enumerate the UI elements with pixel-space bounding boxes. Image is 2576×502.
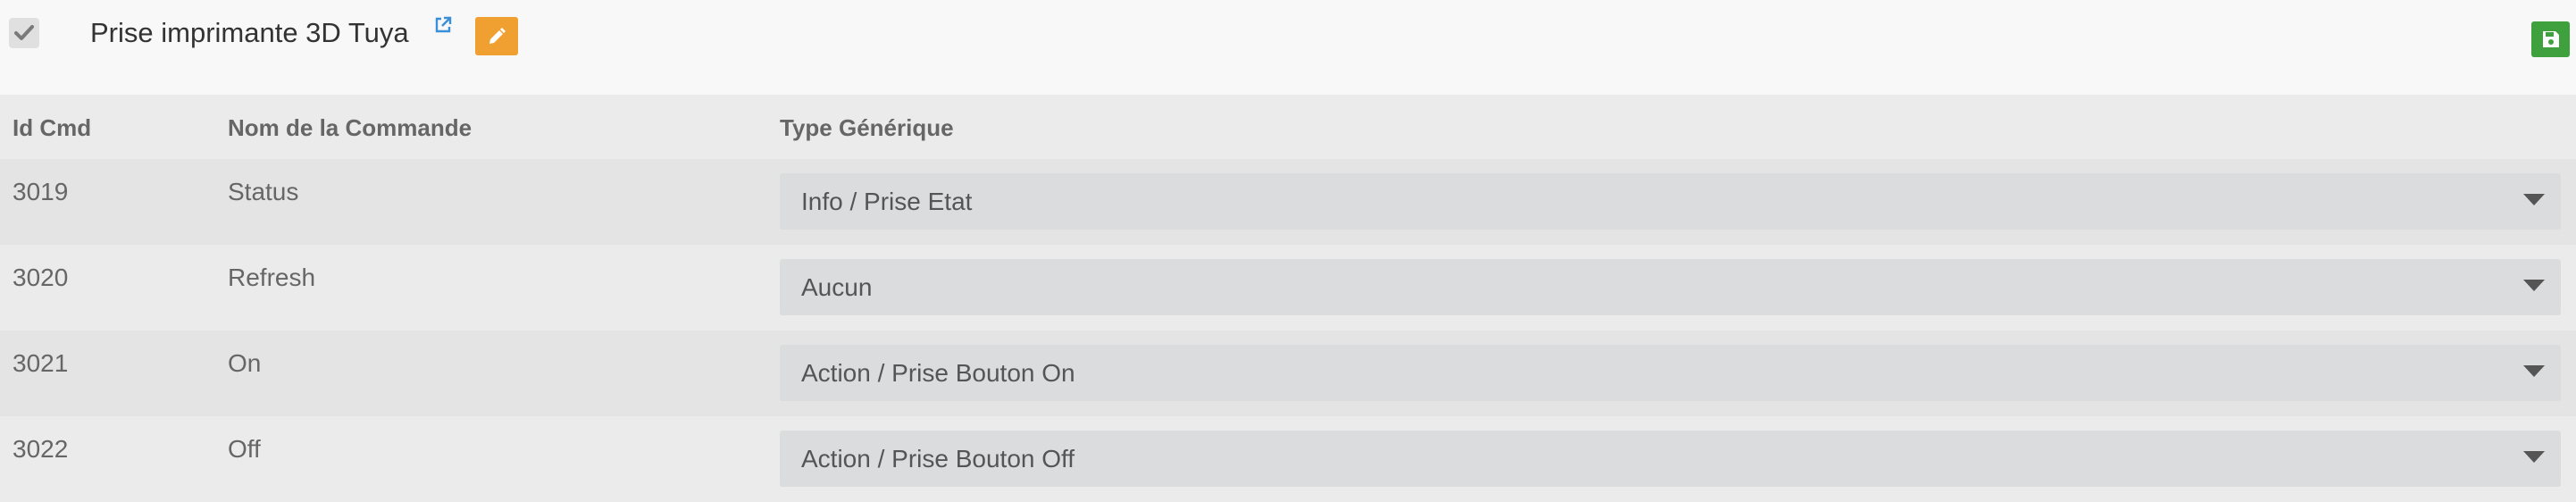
caret-down-icon <box>2523 194 2545 205</box>
generic-type-value: Info / Prise Etat <box>801 188 973 215</box>
cmd-id: 3022 <box>13 435 69 463</box>
cmd-name: Refresh <box>228 264 316 291</box>
generic-type-value: Aucun <box>801 273 873 301</box>
table-header: Id Cmd Nom de la Commande Type Générique <box>0 95 2576 159</box>
table-row: 3021 On Action / Prise Bouton On <box>0 330 2576 416</box>
edit-button[interactable] <box>475 17 518 55</box>
generic-type-select[interactable]: Aucun <box>780 259 2561 315</box>
check-icon <box>14 25 34 40</box>
generic-type-value: Action / Prise Bouton Off <box>801 445 1075 473</box>
caret-down-icon <box>2523 451 2545 463</box>
table-row: 3019 Status Info / Prise Etat <box>0 159 2576 245</box>
external-link-icon[interactable] <box>432 14 454 36</box>
column-header-type: Type Générique <box>780 114 954 141</box>
cmd-name: Off <box>228 435 261 463</box>
floppy-icon <box>2543 31 2559 47</box>
cmd-id: 3021 <box>13 349 69 377</box>
equipment-checkbox[interactable] <box>9 18 39 48</box>
pencil-icon <box>489 28 506 44</box>
generic-type-select[interactable]: Info / Prise Etat <box>780 173 2561 230</box>
column-header-id: Id Cmd <box>13 114 92 141</box>
save-button[interactable] <box>2531 21 2570 57</box>
caret-down-icon <box>2523 365 2545 377</box>
table-row: 3022 Off Action / Prise Bouton Off <box>0 416 2576 502</box>
equipment-title: Prise imprimante 3D Tuya <box>90 17 409 48</box>
caret-down-icon <box>2523 280 2545 291</box>
cmd-id: 3020 <box>13 264 69 291</box>
cmd-name: On <box>228 349 262 377</box>
generic-type-value: Action / Prise Bouton On <box>801 359 1075 387</box>
table-row: 3020 Refresh Aucun <box>0 245 2576 330</box>
generic-type-select[interactable]: Action / Prise Bouton Off <box>780 431 2561 487</box>
cmd-name: Status <box>228 178 299 205</box>
equipment-header: Prise imprimante 3D Tuya <box>0 0 2576 95</box>
cmd-id: 3019 <box>13 178 69 205</box>
generic-type-select[interactable]: Action / Prise Bouton On <box>780 345 2561 401</box>
column-header-name: Nom de la Commande <box>228 114 473 141</box>
